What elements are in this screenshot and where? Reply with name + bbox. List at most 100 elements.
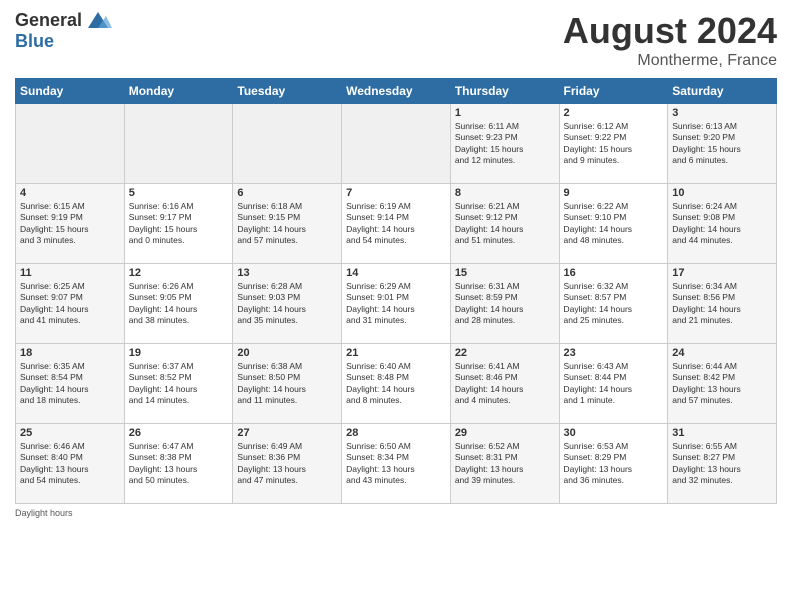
day-info: Sunrise: 6:47 AM Sunset: 8:38 PM Dayligh…: [129, 441, 229, 487]
calendar-day-11: 11 Sunrise: 6:25 AM Sunset: 9:07 PM Dayli…: [16, 264, 125, 344]
day-info: Sunrise: 6:55 AM Sunset: 8:27 PM Dayligh…: [672, 441, 772, 487]
day-number: 23: [564, 347, 664, 359]
day-info: Sunrise: 6:29 AM Sunset: 9:01 PM Dayligh…: [346, 281, 446, 327]
calendar-day-7: 7Sunrise: 6:19 AM Sunset: 9:14 PM Daylig…: [342, 184, 451, 264]
day-info: Sunrise: 6:35 AM Sunset: 8:54 PM Dayligh…: [20, 361, 120, 407]
calendar-day-12: 12 Sunrise: 6:26 AM Sunset: 9:05 PM Dayli…: [124, 264, 233, 344]
logo-general-text: General: [15, 11, 82, 31]
calendar-day-19: 19 Sunrise: 6:37 AM Sunset: 8:52 PM Dayli…: [124, 344, 233, 424]
day-number: 2: [564, 107, 664, 119]
day-info: Sunrise: 6:28 AM Sunset: 9:03 PM Dayligh…: [237, 281, 337, 327]
day-number: 8: [455, 187, 555, 199]
calendar-day-20: 20 Sunrise: 6:38 AM Sunset: 8:50 PM Dayli…: [233, 344, 342, 424]
calendar-day-1: 1 Sunrise: 6:11 AM Sunset: 9:23 PM Daylig…: [450, 104, 559, 184]
day-number: 19: [129, 347, 229, 359]
day-info: Sunrise: 6:46 AM Sunset: 8:40 PM Dayligh…: [20, 441, 120, 487]
calendar-day-28: 28Sunrise: 6:50 AM Sunset: 8:34 PM Dayli…: [342, 424, 451, 504]
title-block: August 2024 Montherme, France: [563, 10, 777, 70]
day-info: Sunrise: 6:24 AM Sunset: 9:08 PM Dayligh…: [672, 201, 772, 247]
day-info: Sunrise: 6:26 AM Sunset: 9:05 PM Dayligh…: [129, 281, 229, 327]
day-number: 3: [672, 107, 772, 119]
day-info: Sunrise: 6:43 AM Sunset: 8:44 PM Dayligh…: [564, 361, 664, 407]
day-info: Sunrise: 6:15 AM Sunset: 9:19 PM Dayligh…: [20, 201, 120, 247]
day-number: 10: [672, 187, 772, 199]
calendar-table: SundayMondayTuesdayWednesdayThursdayFrid…: [15, 78, 777, 504]
calendar-day-30: 30Sunrise: 6:53 AM Sunset: 8:29 PM Dayli…: [559, 424, 668, 504]
calendar-header-row: SundayMondayTuesdayWednesdayThursdayFrid…: [16, 79, 777, 104]
day-info: Sunrise: 6:52 AM Sunset: 8:31 PM Dayligh…: [455, 441, 555, 487]
calendar-day-24: 24 Sunrise: 6:44 AM Sunset: 8:42 PM Dayli…: [668, 344, 777, 424]
day-number: 20: [237, 347, 337, 359]
location-subtitle: Montherme, France: [563, 52, 777, 70]
day-info: Sunrise: 6:40 AM Sunset: 8:48 PM Dayligh…: [346, 361, 446, 407]
calendar-col-thursday: Thursday: [450, 79, 559, 104]
day-number: 4: [20, 187, 120, 199]
calendar-day-26: 26 Sunrise: 6:47 AM Sunset: 8:38 PM Dayli…: [124, 424, 233, 504]
day-info: Sunrise: 6:13 AM Sunset: 9:20 PM Dayligh…: [672, 121, 772, 167]
day-number: 15: [455, 267, 555, 279]
day-info: Sunrise: 6:19 AM Sunset: 9:14 PM Dayligh…: [346, 201, 446, 247]
calendar-day-13: 13 Sunrise: 6:28 AM Sunset: 9:03 PM Dayli…: [233, 264, 342, 344]
day-info: Sunrise: 6:21 AM Sunset: 9:12 PM Dayligh…: [455, 201, 555, 247]
calendar-day-8: 8 Sunrise: 6:21 AM Sunset: 9:12 PM Daylig…: [450, 184, 559, 264]
day-number: 16: [564, 267, 664, 279]
day-number: 22: [455, 347, 555, 359]
calendar-week-row: 4 Sunrise: 6:15 AM Sunset: 9:19 PM Daylig…: [16, 184, 777, 264]
calendar-day-15: 15 Sunrise: 6:31 AM Sunset: 8:59 PM Dayli…: [450, 264, 559, 344]
day-info: Sunrise: 6:37 AM Sunset: 8:52 PM Dayligh…: [129, 361, 229, 407]
day-number: 1: [455, 107, 555, 119]
calendar-day-29: 29Sunrise: 6:52 AM Sunset: 8:31 PM Dayli…: [450, 424, 559, 504]
day-number: 31: [672, 427, 772, 439]
calendar-day-10: 10 Sunrise: 6:24 AM Sunset: 9:08 PM Dayli…: [668, 184, 777, 264]
day-info: Sunrise: 6:11 AM Sunset: 9:23 PM Dayligh…: [455, 121, 555, 167]
daylight-label: Daylight hours: [15, 508, 73, 518]
day-number: 26: [129, 427, 229, 439]
calendar-empty-cell: [16, 104, 125, 184]
calendar-empty-cell: [233, 104, 342, 184]
calendar-day-17: 17Sunrise: 6:34 AM Sunset: 8:56 PM Dayli…: [668, 264, 777, 344]
day-info: Sunrise: 6:44 AM Sunset: 8:42 PM Dayligh…: [672, 361, 772, 407]
calendar-empty-cell: [124, 104, 233, 184]
calendar-col-saturday: Saturday: [668, 79, 777, 104]
day-info: Sunrise: 6:31 AM Sunset: 8:59 PM Dayligh…: [455, 281, 555, 327]
day-number: 27: [237, 427, 337, 439]
calendar-day-2: 2 Sunrise: 6:12 AM Sunset: 9:22 PM Daylig…: [559, 104, 668, 184]
calendar-day-6: 6Sunrise: 6:18 AM Sunset: 9:15 PM Daylig…: [233, 184, 342, 264]
day-info: Sunrise: 6:38 AM Sunset: 8:50 PM Dayligh…: [237, 361, 337, 407]
day-info: Sunrise: 6:49 AM Sunset: 8:36 PM Dayligh…: [237, 441, 337, 487]
calendar-week-row: 1 Sunrise: 6:11 AM Sunset: 9:23 PM Daylig…: [16, 104, 777, 184]
day-number: 24: [672, 347, 772, 359]
day-number: 25: [20, 427, 120, 439]
calendar-day-18: 18 Sunrise: 6:35 AM Sunset: 8:54 PM Dayli…: [16, 344, 125, 424]
month-year-title: August 2024: [563, 10, 777, 52]
day-number: 28: [346, 427, 446, 439]
calendar-col-monday: Monday: [124, 79, 233, 104]
calendar-col-tuesday: Tuesday: [233, 79, 342, 104]
calendar-day-31: 31 Sunrise: 6:55 AM Sunset: 8:27 PM Dayli…: [668, 424, 777, 504]
calendar-day-9: 9Sunrise: 6:22 AM Sunset: 9:10 PM Daylig…: [559, 184, 668, 264]
day-info: Sunrise: 6:16 AM Sunset: 9:17 PM Dayligh…: [129, 201, 229, 247]
day-info: Sunrise: 6:12 AM Sunset: 9:22 PM Dayligh…: [564, 121, 664, 167]
day-info: Sunrise: 6:32 AM Sunset: 8:57 PM Dayligh…: [564, 281, 664, 327]
calendar-day-5: 5 Sunrise: 6:16 AM Sunset: 9:17 PM Daylig…: [124, 184, 233, 264]
day-number: 21: [346, 347, 446, 359]
footer: Daylight hours: [15, 508, 777, 518]
calendar-week-row: 25 Sunrise: 6:46 AM Sunset: 8:40 PM Dayli…: [16, 424, 777, 504]
day-number: 5: [129, 187, 229, 199]
day-info: Sunrise: 6:41 AM Sunset: 8:46 PM Dayligh…: [455, 361, 555, 407]
day-number: 12: [129, 267, 229, 279]
calendar-week-row: 18 Sunrise: 6:35 AM Sunset: 8:54 PM Dayli…: [16, 344, 777, 424]
day-number: 13: [237, 267, 337, 279]
day-number: 11: [20, 267, 120, 279]
calendar-day-14: 14Sunrise: 6:29 AM Sunset: 9:01 PM Dayli…: [342, 264, 451, 344]
logo: General Blue: [15, 10, 112, 52]
day-info: Sunrise: 6:25 AM Sunset: 9:07 PM Dayligh…: [20, 281, 120, 327]
calendar-day-27: 27 Sunrise: 6:49 AM Sunset: 8:36 PM Dayli…: [233, 424, 342, 504]
day-info: Sunrise: 6:34 AM Sunset: 8:56 PM Dayligh…: [672, 281, 772, 327]
calendar-day-25: 25 Sunrise: 6:46 AM Sunset: 8:40 PM Dayli…: [16, 424, 125, 504]
calendar-day-22: 22 Sunrise: 6:41 AM Sunset: 8:46 PM Dayli…: [450, 344, 559, 424]
calendar-day-21: 21 Sunrise: 6:40 AM Sunset: 8:48 PM Dayli…: [342, 344, 451, 424]
calendar-col-wednesday: Wednesday: [342, 79, 451, 104]
day-number: 18: [20, 347, 120, 359]
day-number: 9: [564, 187, 664, 199]
